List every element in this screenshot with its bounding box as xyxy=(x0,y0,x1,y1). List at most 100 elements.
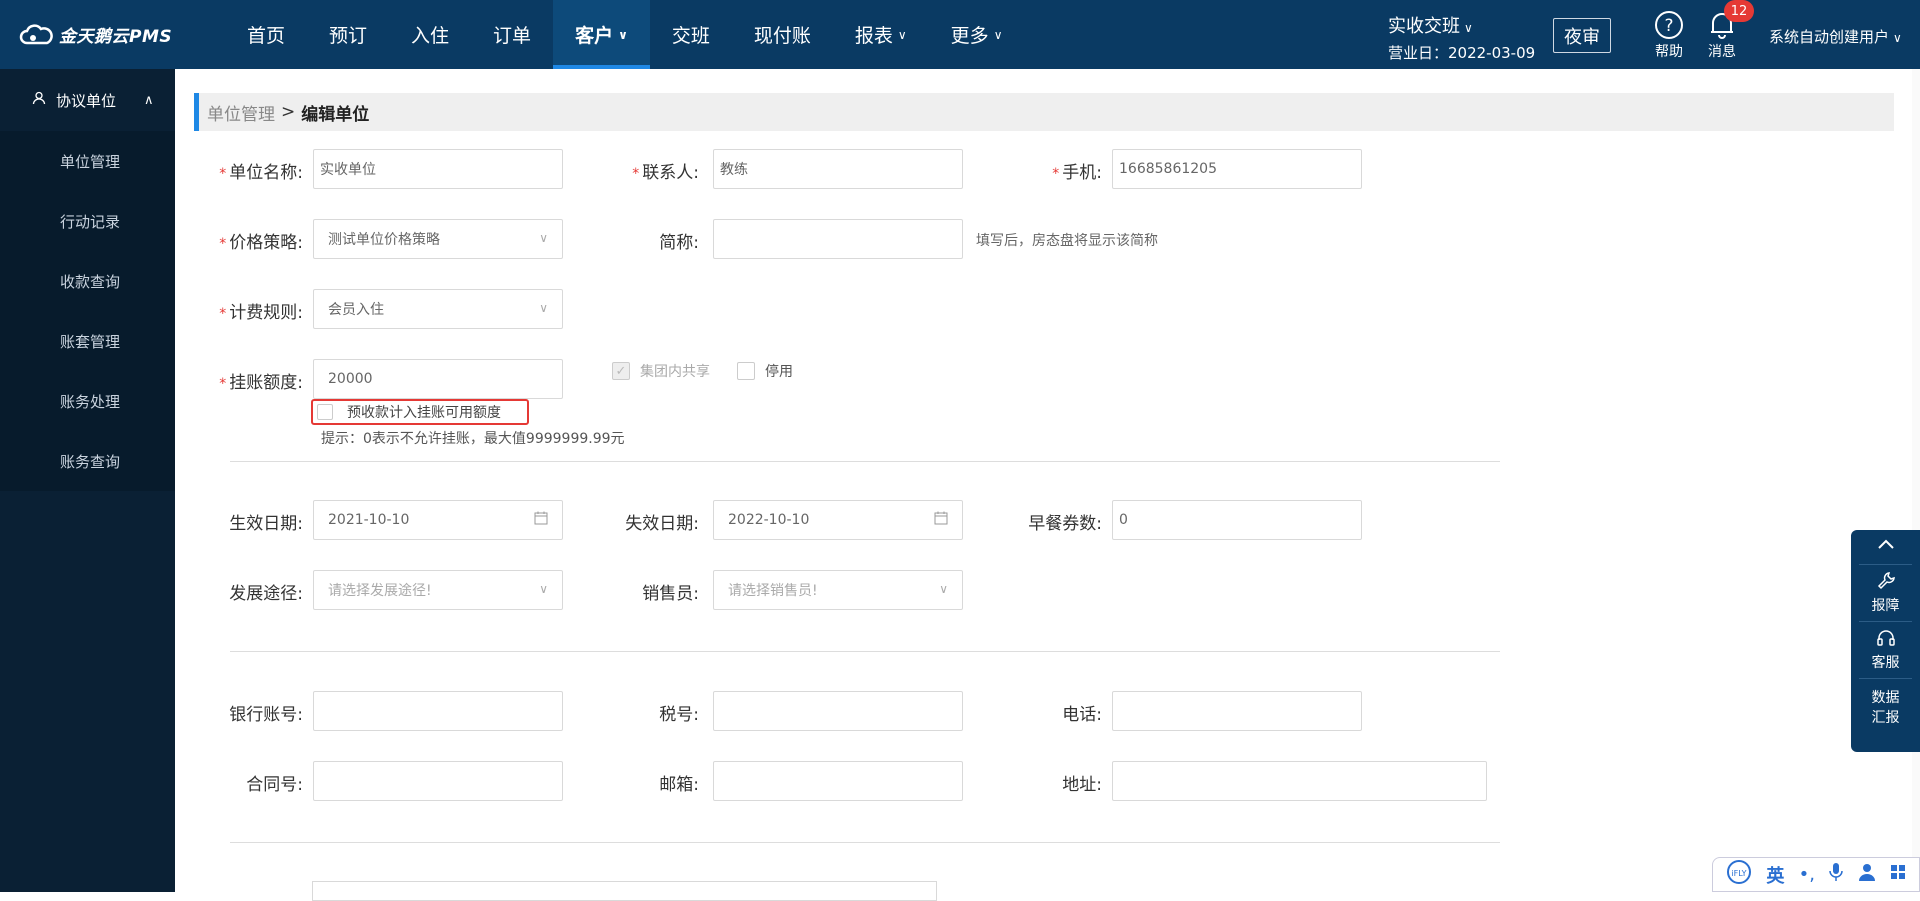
breakfast-input[interactable]: 0 xyxy=(1112,500,1362,540)
customer-service-button[interactable]: 客服 xyxy=(1851,622,1920,678)
contract-no-input[interactable] xyxy=(313,761,563,801)
highlight-box xyxy=(311,399,529,425)
credit-hint: 提示：0表示不允许挂账，最大值9999999.99元 xyxy=(321,428,625,448)
billing-rule-select[interactable]: 会员入住∨ xyxy=(313,289,563,329)
punctuation-icon[interactable]: •, xyxy=(1799,864,1815,885)
group-share-checkbox[interactable]: ✓ 集团内共享 xyxy=(612,361,710,381)
nav-label: 现付账 xyxy=(754,21,811,48)
price-policy-select[interactable]: 测试单位价格策略 ∨ xyxy=(313,219,563,259)
data-report-label-1: 数据 xyxy=(1851,687,1920,707)
sidebar-group-label: 协议单位 xyxy=(56,90,116,111)
select-value: 会员入住 xyxy=(328,299,384,319)
cloud-icon xyxy=(19,23,53,47)
report-issue-button[interactable]: 报障 xyxy=(1851,565,1920,621)
billing-rule-label: *计费规则: xyxy=(175,298,303,323)
breadcrumb-parent[interactable]: 单位管理 xyxy=(207,100,275,125)
required-mark: * xyxy=(632,166,639,182)
phone-input[interactable]: 16685861205 xyxy=(1112,149,1362,189)
short-name-label: 简称: xyxy=(569,228,699,253)
input-value: 16685861205 xyxy=(1119,161,1217,177)
sidebar-group-agreement-units[interactable]: 协议单位 ∧ xyxy=(0,69,175,131)
messages-button[interactable]: 消息 12 xyxy=(1697,9,1747,61)
microphone-icon[interactable] xyxy=(1829,862,1843,887)
nav-customer[interactable]: 客户∨ xyxy=(553,0,650,69)
nav-reports[interactable]: 报表∨ xyxy=(833,0,929,69)
short-name-input[interactable] xyxy=(713,219,963,259)
checkbox-box xyxy=(737,362,755,380)
price-policy-label: *价格策略: xyxy=(175,228,303,253)
sidebar-item-unit-management[interactable]: 单位管理 xyxy=(0,131,175,191)
disabled-checkbox[interactable]: 停用 xyxy=(737,361,793,381)
headset-icon xyxy=(1851,628,1920,652)
tel-input[interactable] xyxy=(1112,691,1362,731)
top-navbar: 金天鹅云PMS 首页 预订 入住 订单 客户∨ 交班 现付账 报表∨ 更多∨ 实… xyxy=(0,0,1920,69)
address-input[interactable] xyxy=(1112,761,1487,801)
chevron-down-icon: ∨ xyxy=(939,582,948,596)
user-icon[interactable] xyxy=(1858,863,1876,886)
nav-more[interactable]: 更多∨ xyxy=(929,0,1025,69)
user-menu[interactable]: 系统自动创建用户∨ xyxy=(1769,26,1902,47)
night-audit-button[interactable]: 夜审 xyxy=(1553,18,1611,53)
sidebar-item-account-sets[interactable]: 账套管理 xyxy=(0,311,175,371)
question-circle-icon: ? xyxy=(1644,9,1694,41)
group-share-label: 集团内共享 xyxy=(640,361,710,381)
sidebar-item-action-records[interactable]: 行动记录 xyxy=(0,191,175,251)
sidebar: 协议单位 ∧ 单位管理 行动记录 收款查询 账套管理 账务处理 账务查询 xyxy=(0,69,175,892)
report-label: 报障 xyxy=(1851,595,1920,615)
start-date-input[interactable]: 2021-10-10 xyxy=(313,500,563,540)
sidebar-item-account-query[interactable]: 账务查询 xyxy=(0,431,175,491)
nav-label: 报表 xyxy=(855,21,893,48)
end-date-input[interactable]: 2022-10-10 xyxy=(713,500,963,540)
nav-reservation[interactable]: 预订 xyxy=(307,0,389,69)
floating-toolbar: 报障 客服 数据 汇报 xyxy=(1851,530,1920,752)
scrollbar[interactable] xyxy=(1912,69,1920,892)
brand-logo[interactable]: 金天鹅云PMS xyxy=(19,22,172,47)
label-text: 单位名称: xyxy=(229,163,303,183)
channel-label: 发展途径: xyxy=(175,579,303,604)
input-value: 教练 xyxy=(720,159,748,179)
chevron-up-icon xyxy=(1877,538,1895,554)
checkmark-icon: ✓ xyxy=(612,362,630,380)
required-mark: * xyxy=(219,306,226,322)
nav-home[interactable]: 首页 xyxy=(225,0,307,69)
remarks-input[interactable] xyxy=(312,881,937,901)
label-text: 价格策略: xyxy=(229,233,303,253)
ime-language-toggle[interactable]: 英 xyxy=(1766,862,1784,888)
label-text: 计费规则: xyxy=(229,303,303,323)
messages-label: 消息 xyxy=(1697,41,1747,61)
nav-label: 更多 xyxy=(951,21,989,48)
main-nav: 首页 预订 入住 订单 客户∨ 交班 现付账 报表∨ 更多∨ xyxy=(225,0,1024,69)
nav-label: 交班 xyxy=(672,21,710,48)
scroll-top-button[interactable] xyxy=(1851,530,1920,564)
unit-name-input[interactable]: 实收单位 xyxy=(313,149,563,189)
contact-input[interactable]: 教练 xyxy=(713,149,963,189)
email-input[interactable] xyxy=(713,761,963,801)
nav-label: 客户 xyxy=(575,21,613,48)
help-button[interactable]: ? 帮助 xyxy=(1644,9,1694,61)
channel-select[interactable]: 请选择发展途径!∨ xyxy=(313,570,563,610)
credit-limit-input[interactable]: 20000 xyxy=(313,359,563,399)
calendar-icon xyxy=(534,511,548,529)
grid-icon[interactable] xyxy=(1890,864,1906,885)
end-date-label: 失效日期: xyxy=(569,509,699,534)
nav-orders[interactable]: 订单 xyxy=(471,0,553,69)
chevron-down-icon: ∨ xyxy=(539,231,548,245)
nav-checkin[interactable]: 入住 xyxy=(389,0,471,69)
nav-cash-account[interactable]: 现付账 xyxy=(732,0,833,69)
salesman-select[interactable]: 请选择销售员!∨ xyxy=(713,570,963,610)
help-label: 帮助 xyxy=(1644,41,1694,61)
ifly-logo-icon[interactable]: iFLY xyxy=(1726,859,1752,890)
nav-label: 首页 xyxy=(247,21,285,48)
shift-selector[interactable]: 实收交班∨ 营业日：2022-03-09 xyxy=(1388,12,1535,63)
label-text: 手机: xyxy=(1062,163,1102,183)
tax-no-input[interactable] xyxy=(713,691,963,731)
data-report-button[interactable]: 数据 汇报 xyxy=(1851,679,1920,733)
bank-account-input[interactable] xyxy=(313,691,563,731)
business-date: 营业日：2022-03-09 xyxy=(1388,42,1535,63)
select-value: 测试单位价格策略 xyxy=(328,229,440,249)
shift-label: 实收交班 xyxy=(1388,16,1460,37)
short-name-hint: 填写后，房态盘将显示该简称 xyxy=(976,230,1158,250)
sidebar-item-payment-query[interactable]: 收款查询 xyxy=(0,251,175,311)
nav-shift[interactable]: 交班 xyxy=(650,0,732,69)
sidebar-item-account-processing[interactable]: 账务处理 xyxy=(0,371,175,431)
